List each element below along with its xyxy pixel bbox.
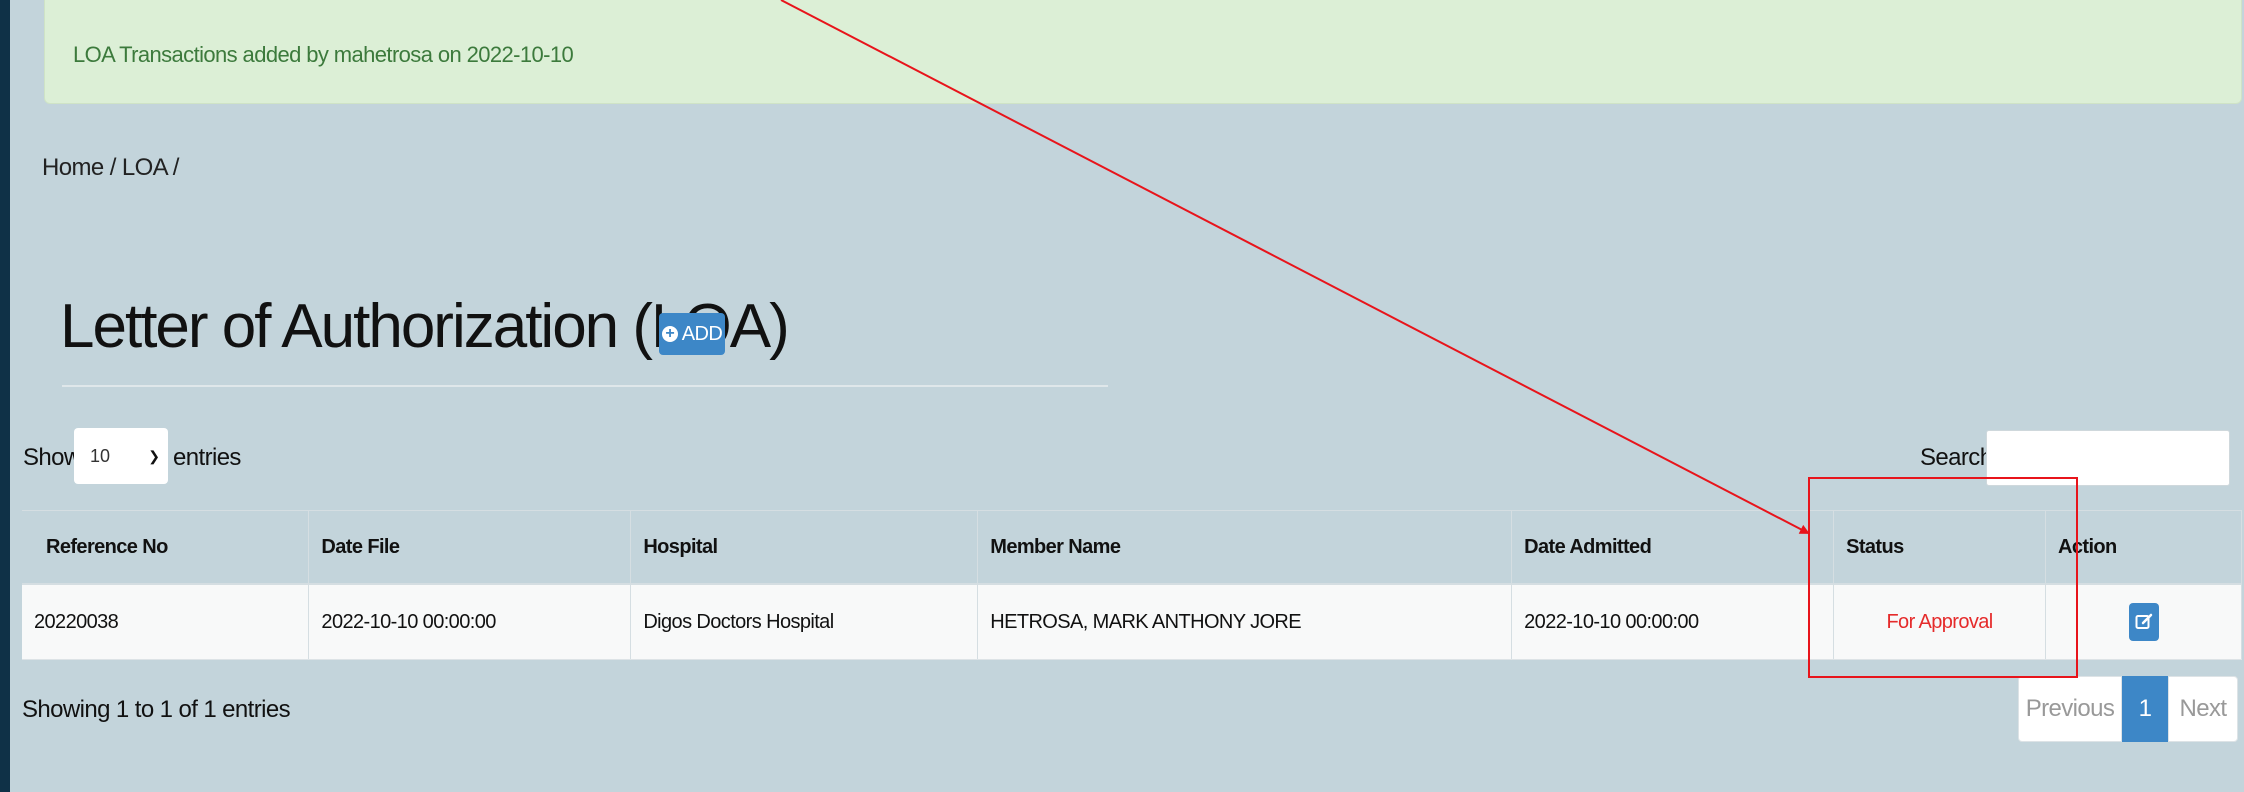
status-cell: For Approval: [1833, 584, 2047, 660]
table-header-row: Reference No Date File Hospital Member N…: [22, 510, 2242, 585]
cell-reference-no: 20220038: [22, 584, 310, 660]
action-cell: [2045, 584, 2242, 660]
cell-member-name: HETROSA, MARK ANTHONY JORE: [977, 584, 1513, 660]
cell-date-admitted: 2022-10-10 00:00:00: [1511, 584, 1835, 660]
previous-page-button[interactable]: Previous: [2018, 676, 2122, 742]
next-page-button[interactable]: Next: [2168, 676, 2238, 742]
col-date-file[interactable]: Date File: [308, 510, 632, 585]
chevron-down-icon: ❯: [148, 447, 160, 464]
success-alert: LOA Transactions added by mahetrosa on 2…: [44, 0, 2242, 104]
col-reference-no[interactable]: Reference No: [22, 510, 310, 585]
search-input[interactable]: [1986, 430, 2230, 486]
page: LOA Transactions added by mahetrosa on 2…: [10, 0, 2244, 792]
show-label: Show: [23, 444, 81, 471]
breadcrumb[interactable]: Home / LOA /: [42, 154, 179, 182]
page-1-button[interactable]: 1: [2122, 676, 2168, 742]
cell-hospital: Digos Doctors Hospital: [630, 584, 979, 660]
title-divider: [62, 385, 1108, 387]
col-member-name[interactable]: Member Name: [977, 510, 1513, 585]
table-info: Showing 1 to 1 of 1 entries: [22, 696, 291, 723]
entries-label: entries: [173, 444, 241, 471]
entries-select[interactable]: 10 ❯: [74, 428, 168, 484]
cell-date-file: 2022-10-10 00:00:00: [308, 584, 632, 660]
alert-message: LOA Transactions added by mahetrosa on 2…: [73, 42, 574, 67]
edit-button[interactable]: [2128, 603, 2159, 641]
pagination: Previous 1 Next: [2018, 676, 2238, 742]
loa-table: Reference No Date File Hospital Member N…: [22, 510, 2242, 660]
plus-circle-icon: +: [661, 326, 678, 342]
add-button-label: ADD: [681, 322, 723, 345]
entries-select-value: 10: [90, 445, 111, 466]
col-hospital[interactable]: Hospital: [630, 510, 979, 585]
edit-icon: [2135, 613, 2152, 629]
col-action[interactable]: Action: [2045, 510, 2242, 585]
add-button[interactable]: + ADD: [659, 313, 725, 355]
table-row: 20220038 2022-10-10 00:00:00 Digos Docto…: [22, 584, 2242, 660]
col-status[interactable]: Status: [1833, 510, 2047, 585]
col-date-admitted[interactable]: Date Admitted: [1511, 510, 1835, 585]
